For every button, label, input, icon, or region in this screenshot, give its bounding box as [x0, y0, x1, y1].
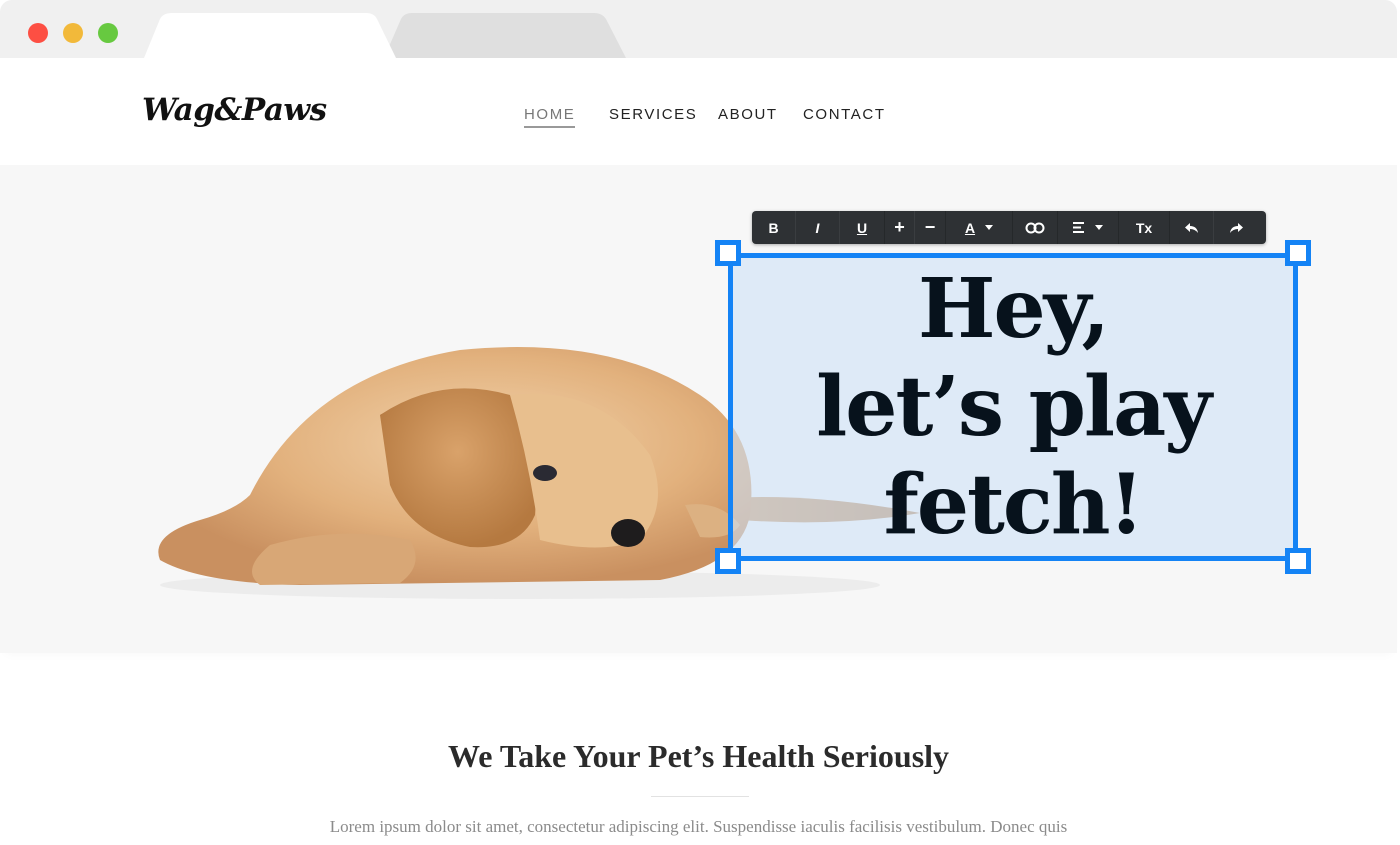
undo-button[interactable]	[1170, 211, 1214, 244]
link-icon	[1025, 222, 1045, 233]
selected-text-block[interactable]: Hey, let’s play fetch!	[715, 240, 1311, 574]
toolbar-group-clear: Tx	[1119, 211, 1170, 244]
redo-icon	[1230, 222, 1243, 233]
minimize-window-button[interactable]	[63, 23, 83, 43]
toolbar-group-align	[1058, 211, 1119, 244]
toolbar-group-link	[1013, 211, 1058, 244]
nav-contact[interactable]: CONTACT	[803, 106, 886, 123]
chevron-down-icon	[985, 225, 994, 230]
headline-line-3: fetch!	[883, 457, 1145, 553]
site-logo[interactable]: Wag&Paws	[142, 92, 327, 128]
browser-tab-inactive[interactable]	[384, 13, 626, 58]
resize-handle-top-left[interactable]	[715, 240, 741, 266]
align-left-icon	[1073, 222, 1084, 233]
maximize-window-button[interactable]	[98, 23, 118, 43]
decrease-size-button[interactable]: −	[915, 211, 945, 244]
nav-services[interactable]: SERVICES	[609, 106, 697, 123]
toolbar-group-color: A	[946, 211, 1013, 244]
chevron-down-icon	[1095, 225, 1103, 230]
section-text: Lorem ipsum dolor sit amet, consectetur …	[329, 817, 1068, 836]
clear-format-icon: Tx	[1135, 219, 1153, 236]
section-title: We Take Your Pet’s Health Seriously	[447, 738, 950, 774]
toolbar-group-history	[1170, 211, 1258, 244]
increase-size-button[interactable]: +	[885, 211, 915, 244]
italic-button[interactable]: I	[796, 211, 840, 244]
nav-about[interactable]: ABOUT	[718, 106, 778, 123]
underline-button[interactable]: U	[840, 211, 884, 244]
headline-line-2: let’s play	[816, 359, 1212, 455]
align-button[interactable]	[1058, 211, 1118, 244]
close-window-button[interactable]	[28, 23, 48, 43]
clear-format-button[interactable]: Tx	[1119, 211, 1169, 244]
resize-handle-bottom-left[interactable]	[715, 548, 741, 574]
text-color-icon: A	[964, 219, 976, 236]
text-color-button[interactable]: A	[946, 211, 1012, 244]
headline-line-1: Hey,	[918, 261, 1110, 357]
web-page: Wag&Paws HOME SERVICES ABOUT CONTACT B I…	[0, 58, 1397, 845]
section-divider	[651, 796, 749, 797]
site-header: Wag&Paws HOME SERVICES ABOUT CONTACT	[0, 58, 1397, 165]
redo-button[interactable]	[1214, 211, 1258, 244]
nav-home[interactable]: HOME	[524, 106, 576, 128]
resize-handle-bottom-right[interactable]	[1285, 548, 1311, 574]
bold-button[interactable]: B	[752, 211, 796, 244]
toolbar-group-style: B I U	[752, 211, 885, 244]
link-button[interactable]	[1013, 211, 1057, 244]
resize-handle-top-right[interactable]	[1285, 240, 1311, 266]
browser-chrome	[0, 0, 1397, 58]
text-editor-toolbar: B I U + − A Tx	[752, 211, 1266, 244]
toolbar-group-size: + −	[885, 211, 946, 244]
undo-icon	[1184, 222, 1198, 233]
hero-headline[interactable]: Hey, let’s play fetch!	[733, 258, 1293, 554]
browser-tab-active[interactable]	[144, 13, 396, 58]
